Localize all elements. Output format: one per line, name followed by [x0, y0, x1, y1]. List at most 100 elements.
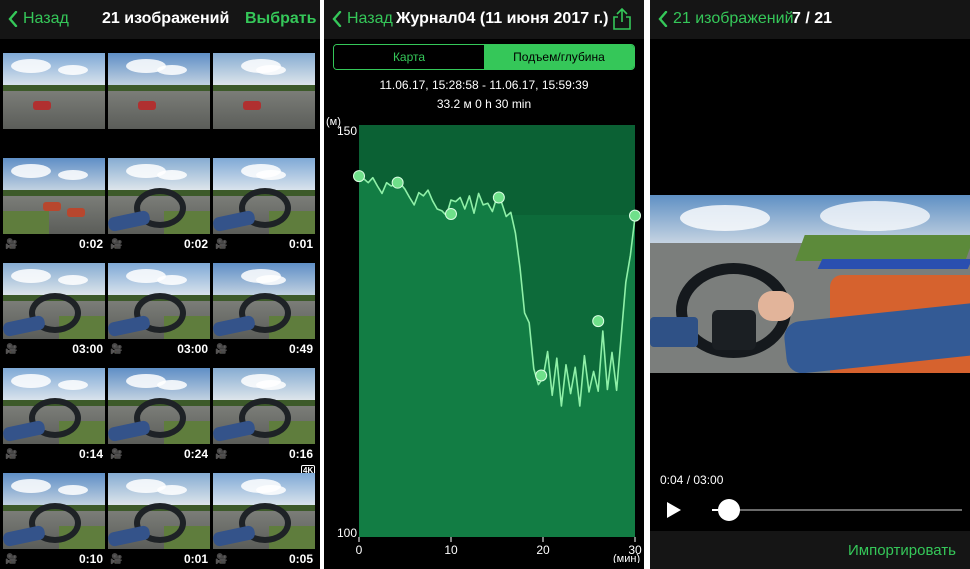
video-duration: 0:49: [288, 342, 313, 356]
thumbnail-scene-part: [43, 202, 61, 211]
chevron-left-icon: [658, 11, 668, 27]
journal-navbar: Назад Журнал04 (11 июня 2017 г.): [324, 0, 644, 39]
viewer-navbar: 21 изображений 7 / 21: [650, 0, 970, 39]
photo-marker[interactable]: [492, 191, 505, 204]
video-info-bar: 🎥 0:16: [213, 446, 315, 462]
photo-marker[interactable]: [629, 209, 641, 222]
image-counter: 7 / 21: [792, 10, 833, 27]
thumbnail-scene-part: [138, 101, 156, 110]
video-cloud: [820, 201, 930, 231]
video-duration: 0:05: [288, 552, 313, 566]
grid-thumbnail[interactable]: [108, 368, 210, 444]
photo-marker[interactable]: [445, 207, 457, 220]
photo-marker[interactable]: [391, 176, 404, 189]
video-duration: 0:02: [183, 237, 208, 251]
tab-elevation[interactable]: Подъем/глубина: [484, 45, 634, 69]
grid-thumbnail[interactable]: [108, 263, 210, 339]
grid-thumbnail[interactable]: [3, 368, 105, 444]
seek-knob[interactable]: [717, 499, 740, 521]
x-tick-label: 30: [628, 543, 642, 557]
video-camera-icon: 🎥: [215, 448, 228, 460]
viewer-toolbar: Импортировать: [650, 531, 970, 569]
video-wheel-hub: [712, 310, 756, 350]
thumbnail-scene-part: [243, 101, 261, 110]
journal-screen: Назад Журнал04 (11 июня 2017 г.) Карта П…: [324, 0, 644, 569]
back-button[interactable]: Назад: [332, 10, 393, 28]
select-button[interactable]: Выбрать: [245, 10, 316, 28]
video-camera-icon: 🎥: [110, 343, 123, 355]
grid-thumbnail[interactable]: [213, 473, 315, 549]
video-info-bar: 🎥 0:49: [213, 341, 315, 357]
video-frame[interactable]: [650, 195, 970, 373]
video-info-bar: 🎥 0:02: [108, 236, 210, 252]
video-cloud: [680, 205, 770, 231]
x-tick-label: 0: [356, 543, 363, 557]
thumbnail-scene-part: [58, 380, 88, 390]
playback-time: 0:04 / 03:00: [660, 473, 724, 487]
import-button[interactable]: Импортировать: [848, 542, 956, 559]
seek-bar[interactable]: [712, 509, 962, 511]
play-icon[interactable]: [666, 501, 682, 519]
thumbnail-scene-part: [108, 91, 210, 129]
grid-thumbnail[interactable]: [213, 53, 315, 129]
elevation-chart: (м) (мин) 0 10 20 30100150: [326, 116, 642, 563]
thumbnail-scene-part: [157, 65, 187, 75]
video-duration: 0:14: [78, 447, 103, 461]
video-info-bar: 🎥 0:02: [3, 236, 105, 252]
video-grass: [795, 235, 970, 261]
grid-thumbnail[interactable]: [3, 263, 105, 339]
video-camera-icon: 🎥: [215, 553, 228, 565]
thumbnail-scene-part: [256, 380, 286, 390]
journal-title: Журнал04 (11 июня 2017 г.): [396, 10, 609, 27]
video-duration: 0:01: [183, 552, 208, 566]
grid-thumbnail[interactable]: [108, 473, 210, 549]
tab-map[interactable]: Карта: [334, 45, 484, 69]
thumbnail-scene-part: [58, 485, 88, 495]
video-camera-icon: 🎥: [5, 343, 18, 355]
grid-thumbnail[interactable]: [213, 368, 315, 444]
thumbnail-scene-part: [33, 101, 51, 110]
video-duration: 0:02: [78, 237, 103, 251]
grid-thumbnail[interactable]: [213, 263, 315, 339]
back-button[interactable]: 21 изображений: [658, 10, 794, 28]
thumbnail-scene-part: [58, 170, 88, 180]
view-segmented-control: Карта Подъем/глубина: [333, 44, 635, 70]
thumbnail-scene-part: [11, 269, 51, 283]
grid-title: 21 изображений: [102, 10, 230, 27]
grid-thumbnail[interactable]: [108, 158, 210, 234]
video-viewer-screen: 21 изображений 7 / 21 0:04 / 03:00 Импор…: [650, 0, 970, 569]
thumbnail-scene-part: [157, 485, 187, 495]
thumbnail-scene-part: [11, 59, 51, 73]
chevron-left-icon: [8, 11, 18, 27]
photo-marker[interactable]: [353, 170, 365, 183]
thumbnail-scene-part: [11, 374, 51, 388]
thumbnail-scene-part: [11, 479, 51, 493]
video-duration: 0:16: [288, 447, 313, 461]
share-icon[interactable]: [612, 7, 632, 31]
y-tick-label: 150: [337, 124, 357, 138]
back-button[interactable]: Назад: [8, 10, 69, 28]
video-info-bar: 🎥 0:14: [3, 446, 105, 462]
thumbnail-scene-part: [157, 170, 187, 180]
thumbnail-scene-part: [256, 170, 286, 180]
video-hand: [758, 291, 794, 321]
video-arm: [650, 317, 698, 347]
back-label: 21 изображений: [673, 10, 794, 27]
grid-thumbnail[interactable]: [108, 53, 210, 129]
video-duration: 03:00: [72, 342, 103, 356]
photo-marker[interactable]: [535, 369, 548, 382]
time-range: 11.06.17, 15:28:58 - 11.06.17, 15:59:39: [379, 78, 589, 92]
grid-thumbnail[interactable]: [3, 158, 105, 234]
back-label: Назад: [23, 10, 69, 27]
video-info-bar: 🎥 0:01: [108, 551, 210, 567]
image-grid-screen: Назад 21 изображений Выбрать 🎥 0:02 🎥 0:02 🎥…: [0, 0, 320, 569]
video-info-bar: 🎥 0:01: [213, 236, 315, 252]
grid-thumbnail[interactable]: [3, 473, 105, 549]
video-info-bar: 🎥 03:00: [3, 341, 105, 357]
thumbnail-scene-part: [157, 380, 187, 390]
grid-thumbnail[interactable]: [213, 158, 315, 234]
photo-marker[interactable]: [592, 315, 605, 328]
thumbnail-scene-part: [157, 275, 187, 285]
thumbnail-scene-part: [67, 208, 85, 217]
grid-thumbnail[interactable]: [3, 53, 105, 129]
